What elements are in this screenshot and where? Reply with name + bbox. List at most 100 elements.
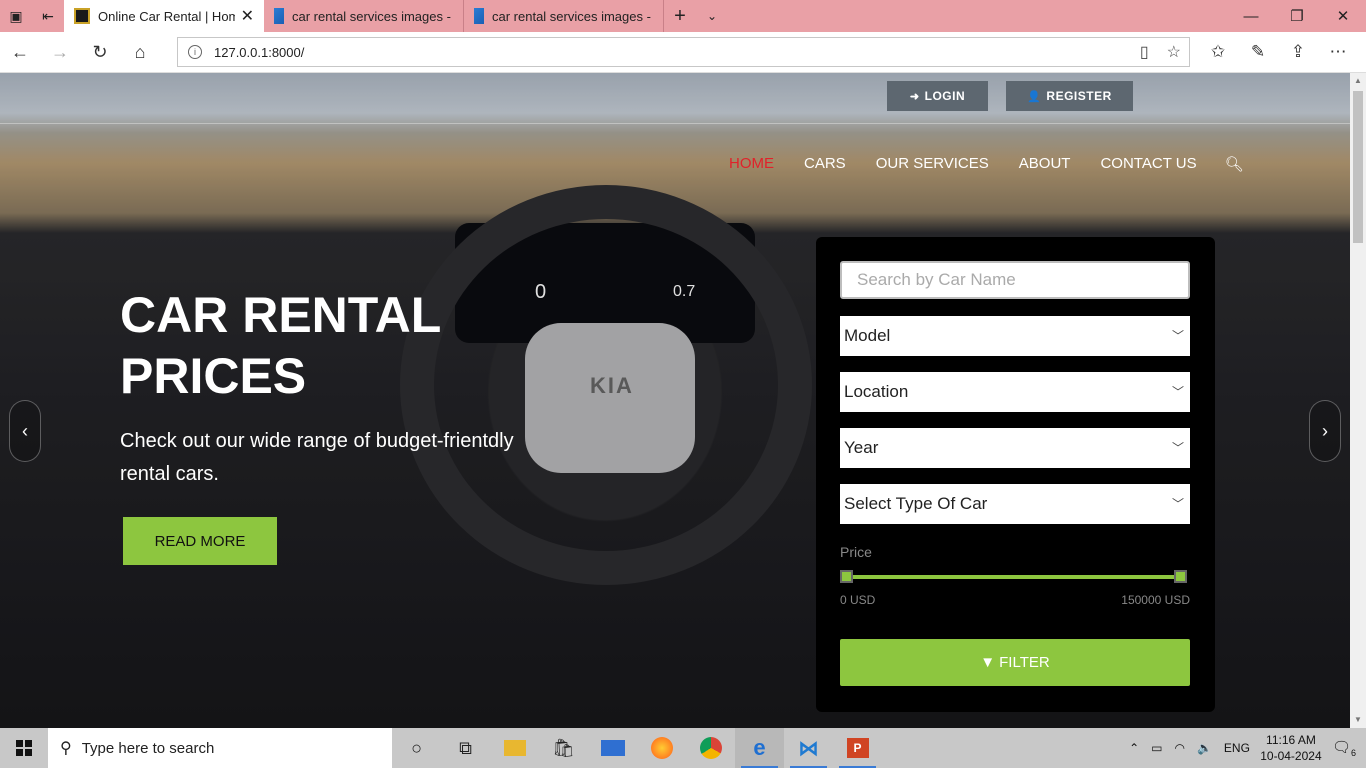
chevron-down-icon[interactable]: ⌄ [696,9,728,23]
tab-title: Online Car Rental | Hom [98,8,235,24]
chevron-down-icon: ﹀ [1171,441,1184,455]
read-more-button[interactable]: READ MORE [123,517,277,565]
battery-icon[interactable]: ▭ [1151,741,1162,755]
price-min-handle[interactable] [840,570,853,583]
notifications-icon[interactable]: 🗨6 [1332,738,1356,758]
header-divider [0,123,1350,124]
filter-button-label: FILTER [999,654,1050,671]
page-scrollbar[interactable]: ▲ ▼ [1350,73,1366,728]
menu-item-our-services[interactable]: OUR SERVICES [876,155,989,173]
home-icon[interactable]: ⌂ [120,32,160,72]
firefox-icon[interactable] [637,728,686,768]
year-select[interactable]: Year ﹀ [840,428,1190,468]
chevron-down-icon: ﹀ [1171,329,1184,343]
language-indicator[interactable]: ENG [1224,741,1250,755]
close-tab-icon[interactable]: ✕ [241,6,254,26]
hero-section: 0 0.7 KIA ➜ LOGIN 👤 REGISTER HOME CARS O… [0,73,1350,728]
windows-taskbar: ⚲ Type here to search ○ ⧉ 🛍 e ⋈ P ⌃ ▭ ◠ … [0,728,1366,768]
price-min-value: 0 USD [840,593,876,607]
carousel-prev-icon[interactable]: ‹ [9,400,41,462]
mail-icon[interactable] [588,728,637,768]
chevron-down-icon: ﹀ [1171,385,1184,399]
microsoft-store-icon[interactable]: 🛍 [539,728,588,768]
wifi-icon[interactable]: ◠ [1174,741,1184,755]
price-label: Price [840,544,872,560]
scroll-up-icon[interactable]: ▲ [1350,73,1366,89]
price-max-handle[interactable] [1174,570,1187,583]
taskbar-clock[interactable]: 11:16 AM 10-04-2024 [1256,732,1326,764]
model-select[interactable]: Model ﹀ [840,316,1190,356]
refresh-icon[interactable]: ↻ [80,32,120,72]
chevron-down-icon: ﹀ [1171,497,1184,511]
browser-nav-bar: ← → ↻ ⌂ i 127.0.0.1:8000/ ▯ ☆ ✩ ✎ ⇪ ⋯ [0,32,1366,73]
tab-online-car-rental[interactable]: Online Car Rental | Hom ✕ [64,0,264,32]
register-label: REGISTER [1046,89,1112,103]
scroll-down-icon[interactable]: ▼ [1350,712,1366,728]
system-tray: ⌃ ▭ ◠ 🔈 ENG 11:16 AM 10-04-2024 🗨6 [1123,728,1366,768]
site-info-icon[interactable]: i [188,45,202,59]
tab-title: car rental services images - [492,8,651,24]
model-select-value: Model [844,326,891,345]
car-name-search-input[interactable]: Search by Car Name [840,261,1190,299]
funnel-icon: ▼ [980,654,996,671]
login-button[interactable]: ➜ LOGIN [887,81,988,111]
menu-item-home[interactable]: HOME [729,155,774,173]
sign-in-icon: ➜ [909,90,920,103]
tab-actions-icon[interactable]: ▣ [0,0,32,32]
car-filter-panel: Search by Car Name Model ﹀ Location ﹀ Ye… [816,237,1215,712]
favorite-star-icon[interactable]: ☆ [1167,42,1181,62]
more-options-icon[interactable]: ⋯ [1318,32,1358,72]
main-menu: HOME CARS OUR SERVICES ABOUT CONTACT US … [729,155,1244,173]
carousel-next-icon[interactable]: › [1309,400,1341,462]
forward-arrow-icon[interactable]: → [40,32,80,72]
menu-item-cars[interactable]: CARS [804,155,846,173]
edge-icon[interactable]: e [735,728,784,768]
price-range-track[interactable] [847,575,1181,579]
close-window-icon[interactable]: ✕ [1320,0,1366,32]
powerpoint-icon[interactable]: P [833,728,882,768]
taskbar-search-input[interactable]: ⚲ Type here to search [48,728,392,768]
menu-item-contact-us[interactable]: CONTACT US [1100,155,1196,173]
login-label: LOGIN [924,89,966,103]
window-controls: — ❐ ✕ [1228,0,1366,32]
chevron-up-icon[interactable]: ⌃ [1129,741,1139,755]
reading-view-icon[interactable]: ▯ [1140,42,1149,62]
location-select[interactable]: Location ﹀ [840,372,1190,412]
taskbar-search-placeholder: Type here to search [81,739,215,757]
cortana-icon[interactable]: ○ [392,728,441,768]
price-max-value: 150000 USD [1121,593,1190,607]
url-text: 127.0.0.1:8000/ [214,44,305,60]
notes-pen-icon[interactable]: ✎ [1238,32,1278,72]
menu-item-about[interactable]: ABOUT [1019,155,1071,173]
search-icon[interactable]: 🔍︎ [1225,155,1244,173]
windows-start-icon[interactable] [0,728,48,768]
back-arrow-icon[interactable]: ← [0,32,40,72]
minimize-icon[interactable]: — [1228,0,1274,32]
tab-car-rental-images-2[interactable]: car rental services images - [464,0,664,32]
vscode-icon[interactable]: ⋈ [784,728,833,768]
favorites-list-icon[interactable]: ✩ [1198,32,1238,72]
browser-tab-bar: ▣ ⇤ Online Car Rental | Hom ✕ car rental… [0,0,1366,32]
task-view-icon[interactable]: ⧉ [441,728,490,768]
clock-time: 11:16 AM [1266,733,1316,747]
clock-date: 10-04-2024 [1260,749,1322,763]
filter-button[interactable]: ▼ FILTER [840,639,1190,686]
hero-title: CAR RENTAL PRICES [120,287,441,404]
user-plus-icon: 👤 [1027,90,1042,103]
car-type-select[interactable]: Select Type Of Car ﹀ [840,484,1190,524]
bing-icon [274,8,284,24]
location-select-value: Location [844,382,909,401]
scrollbar-thumb[interactable] [1353,91,1363,243]
register-button[interactable]: 👤 REGISTER [1006,81,1133,111]
car-type-select-value: Select Type Of Car [844,494,988,513]
volume-icon[interactable]: 🔈 [1197,741,1212,755]
tab-car-rental-images-1[interactable]: car rental services images - [264,0,464,32]
bing-icon [474,8,484,24]
restore-icon[interactable]: ❐ [1274,0,1320,32]
new-tab-icon[interactable]: + [664,5,696,28]
share-icon[interactable]: ⇪ [1278,32,1318,72]
address-bar[interactable]: i 127.0.0.1:8000/ ▯ ☆ [177,37,1190,67]
set-aside-tabs-icon[interactable]: ⇤ [32,0,64,32]
file-explorer-icon[interactable] [490,728,539,768]
chrome-icon[interactable] [686,728,735,768]
